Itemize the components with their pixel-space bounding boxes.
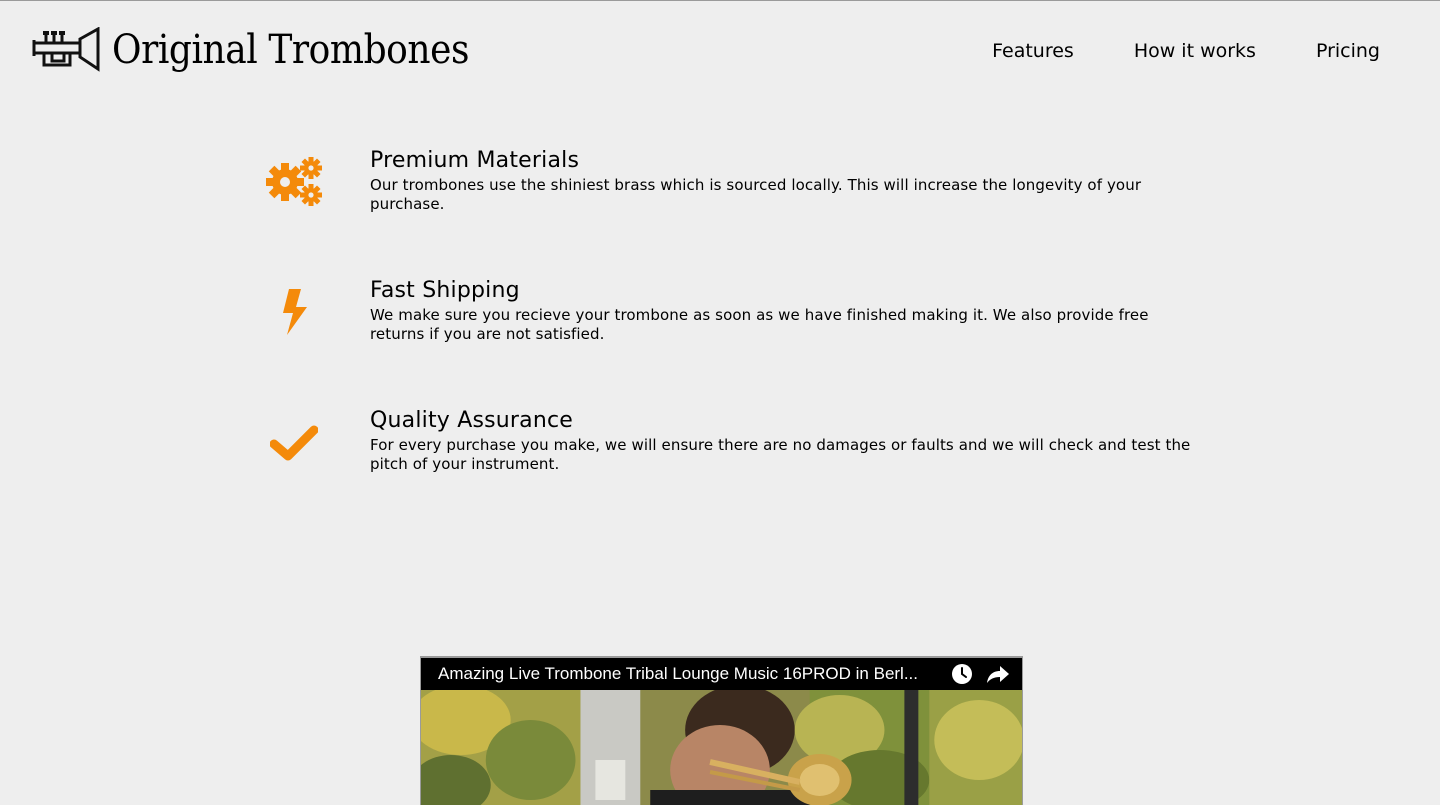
lightning-icon [262,280,326,344]
brand-logo[interactable]: Original Trombones [32,22,509,78]
site-header: Original Trombones Features How it works… [0,0,1440,100]
video-embed[interactable]: Amazing Live Trombone Tribal Lounge Musi… [420,656,1023,805]
trumpet-icon [32,27,100,72]
clock-icon[interactable] [950,662,974,686]
nav-link-pricing[interactable]: Pricing [1316,36,1380,66]
brand-name: Original Trombones [112,27,470,73]
feature-description: For every purchase you make, we will ens… [370,436,1191,473]
nav-link-features[interactable]: Features [992,36,1074,66]
feature-item: Fast Shipping We make sure you recieve y… [262,270,1202,400]
feature-body: Premium Materials Our trombones use the … [370,146,1200,214]
feature-body: Quality Assurance For every purchase you… [370,406,1200,474]
gears-icon [262,150,326,214]
feature-title: Premium Materials [370,148,580,173]
feature-item: Quality Assurance For every purchase you… [262,400,1202,530]
video-title-bar: Amazing Live Trombone Tribal Lounge Musi… [421,658,1022,690]
feature-description: Our trombones use the shiniest brass whi… [370,176,1142,213]
main-nav: Features How it works Pricing [932,36,1380,66]
feature-item: Premium Materials Our trombones use the … [262,140,1202,270]
video-thumbnail[interactable] [421,690,1022,805]
nav-link-how-it-works[interactable]: How it works [1134,36,1256,66]
share-icon[interactable] [986,662,1010,686]
feature-body: Fast Shipping We make sure you recieve y… [370,276,1200,344]
feature-title: Fast Shipping [370,278,520,303]
video-title[interactable]: Amazing Live Trombone Tribal Lounge Musi… [438,664,938,684]
feature-description: We make sure you recieve your trombone a… [370,306,1149,343]
check-icon [262,410,326,474]
feature-title: Quality Assurance [370,408,574,433]
features-section: Premium Materials Our trombones use the … [262,140,1202,530]
